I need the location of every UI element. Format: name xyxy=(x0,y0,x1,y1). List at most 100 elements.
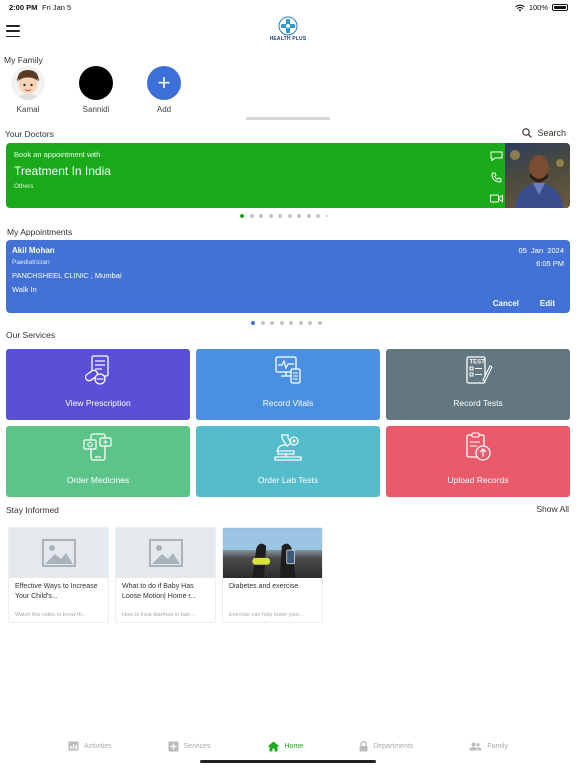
service-label: Record Vitals xyxy=(262,398,314,408)
service-record-vitals[interactable]: Record Vitals xyxy=(196,349,380,420)
appointment-doctor: Akil Mohan xyxy=(12,246,55,255)
family-title: My Family xyxy=(4,55,43,65)
nav-label: Services xyxy=(183,742,211,750)
pagination-dot[interactable] xyxy=(316,214,320,218)
pagination-dot[interactable] xyxy=(249,214,254,218)
appointment-card[interactable]: Akil Mohan Paediatrician PANCHSHEEL CLIN… xyxy=(6,240,570,313)
article-title: Effective Ways to Increase Your Child's.… xyxy=(15,583,98,600)
app-logo: HEALTH PLUS xyxy=(264,16,312,48)
article-card[interactable]: Effective Ways to Increase Your Child's.… xyxy=(8,527,109,623)
article-thumbnail xyxy=(116,528,215,578)
lock-icon xyxy=(359,740,368,751)
member-name: Kamal xyxy=(16,105,40,114)
phone-icon[interactable] xyxy=(490,172,502,183)
top-bar: HEALTH PLUS xyxy=(0,14,576,50)
battery-icon xyxy=(552,4,568,11)
nav-label: Family xyxy=(487,742,508,750)
activities-icon xyxy=(68,741,79,751)
doctor-card-title: Treatment In India xyxy=(14,164,111,178)
pagination-dot[interactable] xyxy=(268,214,273,218)
article-card[interactable]: What to do if Baby Has Loose Motion| Hom… xyxy=(115,527,216,623)
article-snippet: Exercise can help lower your... xyxy=(229,612,304,618)
add-family-member-button[interactable]: + Add xyxy=(144,66,184,118)
child-avatar-icon xyxy=(11,66,45,100)
plus-icon: + xyxy=(147,66,181,100)
pagination-dot[interactable] xyxy=(308,321,312,325)
family-member-kamal[interactable]: Kamal xyxy=(8,66,48,118)
pagination-dot[interactable] xyxy=(298,321,303,325)
prescription-icon xyxy=(84,355,109,385)
battery-percent: 100% xyxy=(528,3,548,12)
service-upload-records[interactable]: Upload Records xyxy=(386,426,570,497)
pagination-dot[interactable] xyxy=(317,321,322,325)
nav-home[interactable]: Home xyxy=(267,734,303,758)
pagination-dot[interactable] xyxy=(289,321,293,325)
logo-mark-icon xyxy=(278,16,298,36)
nav-label: Activities xyxy=(84,742,112,750)
medicines-phone-icon xyxy=(83,433,112,461)
appointment-type: Walk In xyxy=(12,285,37,294)
search-icon xyxy=(522,128,533,138)
nav-activities[interactable]: Activities xyxy=(68,734,112,758)
services-title: Our Services xyxy=(6,330,56,340)
pagination-dot[interactable] xyxy=(287,214,292,218)
member-name: Sannidi xyxy=(82,105,110,114)
add-label: Add xyxy=(156,105,172,114)
doctor-card[interactable]: Book an appointment with Treatment In In… xyxy=(6,143,570,208)
pagination-dot[interactable] xyxy=(270,321,274,325)
services-plus-icon xyxy=(168,741,179,751)
pagination-dot[interactable] xyxy=(278,214,282,218)
avatar xyxy=(11,66,45,100)
drag-handle[interactable] xyxy=(246,117,330,120)
appointments-title: My Appointments xyxy=(7,227,73,237)
doctor-card-pretext: Book an appointment with xyxy=(14,150,101,159)
video-call-icon[interactable] xyxy=(489,194,503,203)
informed-title: Stay Informed xyxy=(6,505,59,515)
pagination-dot[interactable] xyxy=(325,215,328,217)
article-snippet: Watch this video to know th... xyxy=(15,612,87,618)
article-card[interactable]: Diabetes and exercise Exercise can help … xyxy=(222,527,323,623)
pagination-dot[interactable] xyxy=(259,214,263,218)
pagination-dot[interactable] xyxy=(240,214,244,218)
cancel-appointment-button[interactable]: Cancel xyxy=(493,299,519,308)
nav-departments[interactable]: Departments xyxy=(359,734,413,758)
service-label: Record Tests xyxy=(453,398,503,408)
pagination-dot[interactable] xyxy=(306,214,311,218)
image-placeholder-icon xyxy=(148,539,183,567)
status-bar: 2:00 PM Fri Jan 5 100% xyxy=(0,0,576,14)
show-all-link[interactable]: Show All xyxy=(536,504,569,514)
doctor-card-subtitle: Others xyxy=(14,183,34,190)
appointment-specialty: Paediatrician xyxy=(12,259,50,266)
service-label: Order Lab Tests xyxy=(257,475,319,485)
family-row: Kamal Sannidi + Add xyxy=(8,66,184,118)
nav-services[interactable]: Services xyxy=(168,734,211,758)
image-placeholder-icon xyxy=(41,539,76,567)
status-date: Fri Jan 5 xyxy=(42,3,72,12)
service-order-medicines[interactable]: Order Medicines xyxy=(6,426,190,497)
svg-text:TEST: TEST xyxy=(470,360,486,366)
doctors-title: Your Doctors xyxy=(5,129,54,139)
edit-appointment-button[interactable]: Edit xyxy=(540,299,555,308)
family-member-sannidi[interactable]: Sannidi xyxy=(76,66,116,118)
bottom-nav: Activities Services Home Departments Fam… xyxy=(0,734,576,758)
nav-family[interactable]: Family xyxy=(469,734,508,758)
search-button[interactable]: Search xyxy=(522,128,566,138)
pagination-dot[interactable] xyxy=(297,214,301,218)
pagination-dot[interactable] xyxy=(279,321,284,325)
menu-icon[interactable] xyxy=(6,25,20,37)
status-time: 2:00 PM xyxy=(9,3,38,12)
service-view-prescription[interactable]: View Prescription xyxy=(6,349,190,420)
service-label: Upload Records xyxy=(447,475,509,485)
chat-icon[interactable] xyxy=(490,151,503,161)
pagination-dot[interactable] xyxy=(251,321,255,325)
logo-text: HEALTH PLUS xyxy=(269,36,307,42)
doctor-card-actions xyxy=(489,151,503,203)
pagination-dot[interactable] xyxy=(260,321,265,325)
article-snippet: How to treat diarrhea in bab... xyxy=(122,612,195,618)
status-right: 100% xyxy=(515,3,568,12)
service-order-lab-tests[interactable]: Order Lab Tests xyxy=(196,426,380,497)
articles-row: Effective Ways to Increase Your Child's.… xyxy=(8,527,323,623)
service-label: Order Medicines xyxy=(66,475,130,485)
service-record-tests[interactable]: TEST Record Tests xyxy=(386,349,570,420)
article-thumbnail xyxy=(9,528,108,578)
